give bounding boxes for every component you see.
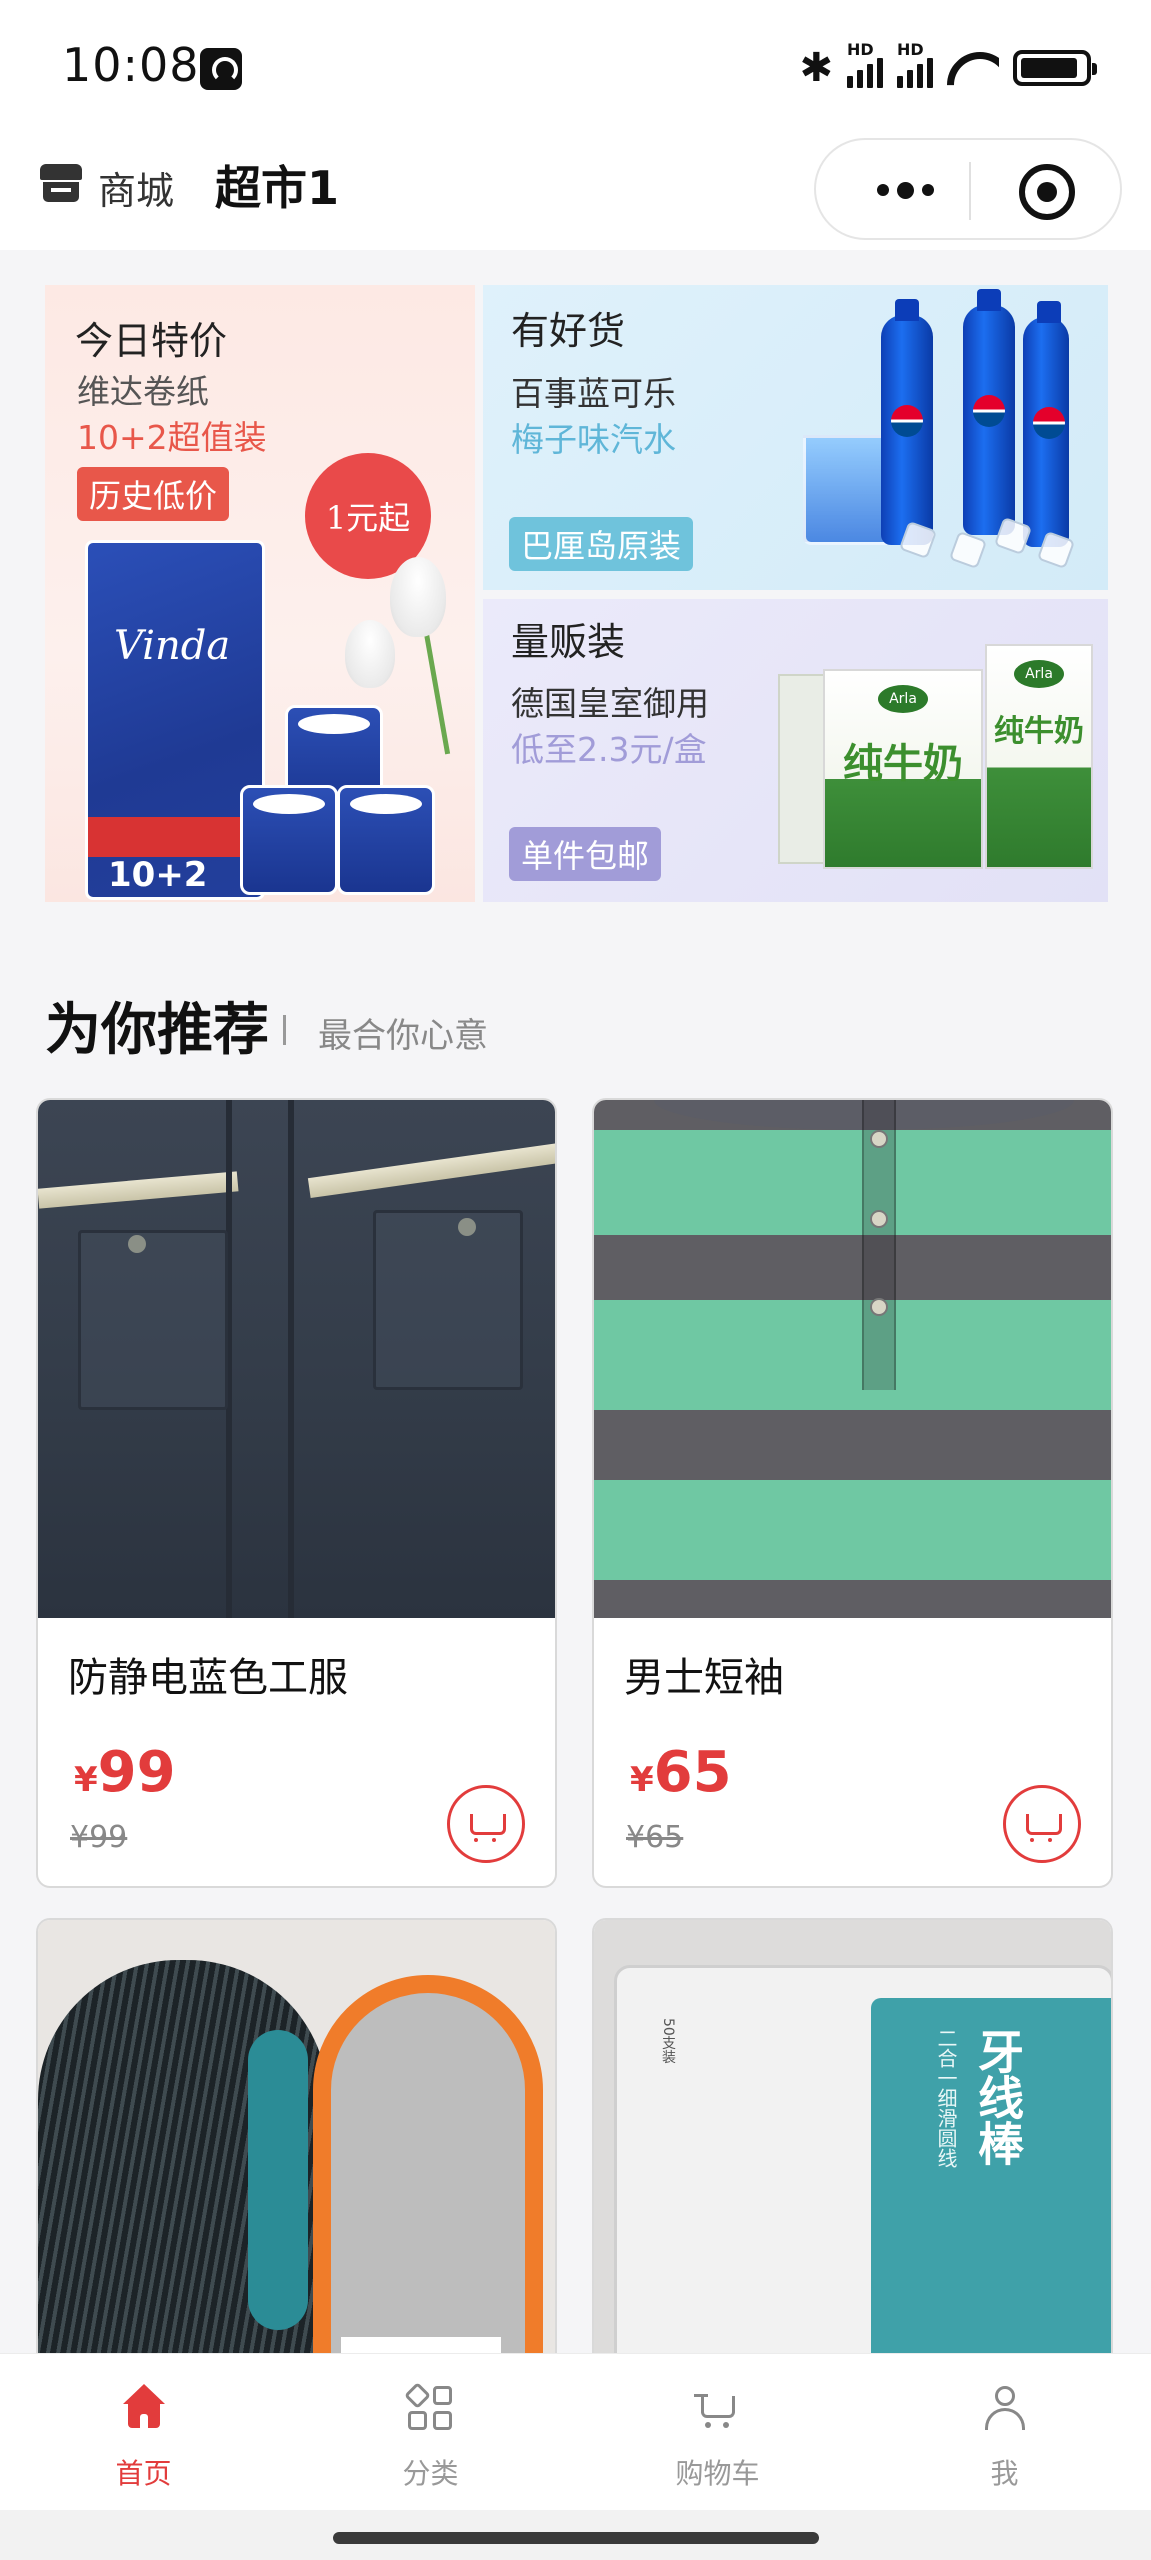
- status-icons: ✱ HD HD: [799, 38, 1097, 98]
- tab-me[interactable]: 我: [861, 2354, 1148, 2511]
- floss-box-count: 50支装: [660, 2018, 676, 2064]
- brand-logo: Arla: [878, 685, 928, 713]
- floss-box-title: 牙线棒: [971, 2028, 1025, 2166]
- capsule-divider: [969, 162, 971, 220]
- ice-glass-image: [803, 435, 893, 545]
- close-target-icon[interactable]: [1019, 164, 1075, 220]
- promo-highlight: 梅子味汽水: [511, 420, 676, 459]
- section-subtitle: 最合你心意: [318, 1016, 488, 1056]
- promo-card-milk[interactable]: 量贩装 德国皇室御用 低至2.3元/盒 单件包邮 Arla 纯牛奶 Arla 纯…: [483, 599, 1108, 902]
- tulip-image: [345, 620, 395, 688]
- wifi-icon: [947, 48, 999, 88]
- tissue-roll-image: [337, 785, 435, 895]
- battery-icon: [1013, 50, 1097, 86]
- product-image[interactable]: [594, 1100, 1111, 1618]
- status-bar: 10:08 ✱ HD HD: [0, 0, 1151, 130]
- cart-icon: [693, 2384, 743, 2434]
- mini-program-capsule: [814, 138, 1122, 240]
- pepsi-bottle-image: [963, 289, 1015, 535]
- store-icon[interactable]: [40, 164, 82, 202]
- more-icon[interactable]: [860, 170, 950, 210]
- product-price: ¥99: [74, 1740, 176, 1805]
- milk-carton-side: [778, 674, 828, 864]
- milk-text: 纯牛奶: [843, 741, 963, 787]
- add-to-cart-button[interactable]: [1003, 1785, 1081, 1863]
- status-time: 10:08: [62, 38, 200, 92]
- tissue-roll-image: [240, 785, 338, 895]
- promo-card-tissue[interactable]: 今日特价 维达卷纸 10+2超值装 历史低价 1元起 Vinda 10+2: [45, 285, 475, 902]
- tab-label: 我: [990, 2457, 1019, 2490]
- page-title: 超市1: [215, 161, 340, 215]
- tab-label: 分类: [402, 2457, 459, 2490]
- promo-highlight: 低至2.3元/盒: [511, 730, 707, 769]
- brand-logo: Arla: [1014, 660, 1064, 688]
- category-icon: [403, 2382, 456, 2434]
- tab-label: 首页: [115, 2457, 172, 2490]
- ice-cube: [948, 530, 988, 570]
- home-indicator[interactable]: [333, 2532, 819, 2544]
- product-name: 防静电蓝色工服: [68, 1655, 348, 1701]
- section-divider: [283, 1015, 286, 1045]
- tab-category[interactable]: 分类: [287, 2354, 574, 2511]
- floss-box-sub: 二合一细滑圆线: [934, 2028, 958, 2168]
- original-price: ¥99: [70, 1820, 128, 1855]
- promo-tag: 单件包邮: [509, 827, 662, 881]
- original-price: ¥65: [626, 1820, 684, 1855]
- bluetooth-icon: ✱: [799, 45, 833, 91]
- home-icon: [119, 2384, 169, 2434]
- promo-title: 今日特价: [75, 319, 228, 363]
- product-card[interactable]: 男士短袖 ¥65 ¥65: [592, 1098, 1113, 1888]
- brand-logo: Vinda: [114, 623, 231, 669]
- pepsi-bottle-image: [1023, 301, 1069, 547]
- milk-carton-image: Arla 纯牛奶: [985, 644, 1093, 869]
- promo-banner: 今日特价 维达卷纸 10+2超值装 历史低价 1元起 Vinda 10+2 有好…: [45, 285, 1108, 902]
- product-image[interactable]: 牙线棒 二合一细滑圆线 50支装: [594, 1920, 1111, 2376]
- bottom-tab-bar: 首页 分类 购物车 我: [0, 2353, 1151, 2510]
- product-card[interactable]: [36, 1918, 557, 2378]
- promo-sub: 维达卷纸: [77, 372, 209, 411]
- product-image[interactable]: [38, 1920, 555, 2376]
- product-card[interactable]: 牙线棒 二合一细滑圆线 50支装: [592, 1918, 1113, 2378]
- app-icon: [200, 48, 242, 90]
- signal-hd-label: HD: [847, 40, 874, 59]
- signal-icon: HD: [847, 40, 883, 88]
- product-price: ¥65: [630, 1740, 732, 1805]
- tulip-image: [390, 557, 446, 637]
- signal-hd-label: HD: [897, 40, 924, 59]
- flower-stem: [420, 615, 451, 755]
- product-image[interactable]: [38, 1100, 555, 1618]
- milk-text: 纯牛奶: [994, 714, 1084, 749]
- promo-sub: 德国皇室御用: [511, 684, 709, 723]
- user-icon: [980, 2384, 1030, 2434]
- promo-title: 有好货: [511, 309, 626, 353]
- tissue-box-image: Vinda 10+2: [85, 540, 265, 900]
- tab-home[interactable]: 首页: [0, 2354, 287, 2511]
- promo-title: 量贩装: [511, 620, 626, 664]
- section-title: 为你推荐: [45, 998, 269, 1063]
- promo-tag: 历史低价: [77, 467, 230, 521]
- promo-highlight: 10+2超值装: [77, 418, 267, 457]
- pepsi-bottle-image: [881, 299, 933, 545]
- milk-carton-image: Arla 纯牛奶: [823, 669, 983, 869]
- box-big-text: 10+2: [108, 855, 208, 895]
- signal-icon: HD: [897, 40, 933, 88]
- tab-label: 购物车: [675, 2457, 760, 2490]
- promo-card-pepsi[interactable]: 有好货 百事蓝可乐 梅子味汽水 巴厘岛原装: [483, 285, 1108, 590]
- tab-cart[interactable]: 购物车: [574, 2354, 861, 2511]
- mall-link[interactable]: 商城: [98, 160, 174, 215]
- product-card[interactable]: 防静电蓝色工服 ¥99 ¥99: [36, 1098, 557, 1888]
- promo-sub: 百事蓝可乐: [511, 374, 676, 413]
- product-name: 男士短袖: [624, 1655, 784, 1701]
- add-to-cart-button[interactable]: [447, 1785, 525, 1863]
- promo-tag: 巴厘岛原装: [509, 517, 694, 571]
- header: 商城 超市1: [0, 130, 1151, 250]
